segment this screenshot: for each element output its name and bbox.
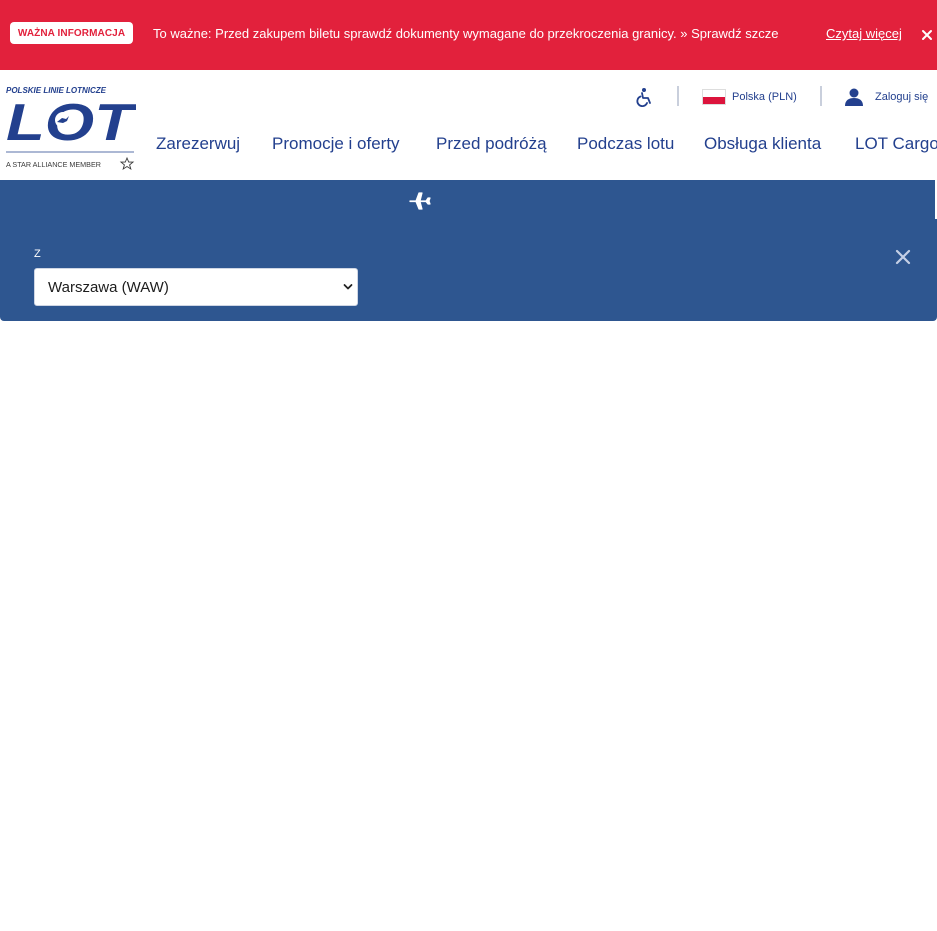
star-alliance-text: A STAR ALLIANCE MEMBER xyxy=(6,160,101,169)
origin-select[interactable]: Warszawa (WAW) xyxy=(34,268,358,306)
nav-item-before-travel[interactable]: Przed podróżą xyxy=(436,134,547,154)
login-label: Zaloguj się xyxy=(875,91,929,103)
nav-item-lot-cargo[interactable]: LOT Cargo xyxy=(855,134,937,154)
lot-logo[interactable]: POLSKIE LINIE LOTNICZE LOT A STAR ALLIAN… xyxy=(6,85,138,173)
logo-brand: LOT xyxy=(6,94,136,152)
nav-item-promotions[interactable]: Promocje i oferty xyxy=(272,134,400,154)
origin-value: Warszawa (WAW) xyxy=(48,278,169,296)
poland-flag-icon xyxy=(703,90,725,104)
divider xyxy=(820,86,822,106)
important-info-badge: WAŻNA INFORMACJA xyxy=(10,22,133,44)
user-icon xyxy=(845,88,863,106)
login-button[interactable]: Zaloguj się xyxy=(844,84,928,110)
nav-item-customer-service[interactable]: Obsługa klienta xyxy=(704,134,821,154)
close-icon[interactable] xyxy=(894,248,912,266)
booking-tab-bar xyxy=(0,180,937,220)
chevron-down-icon xyxy=(343,284,353,290)
nav-item-book[interactable]: Zarezerwuj xyxy=(156,134,240,154)
nav-item-during-flight[interactable]: Podczas lotu xyxy=(577,134,674,154)
star-alliance-icon xyxy=(119,156,135,171)
accessibility-button[interactable] xyxy=(634,84,656,110)
important-info-banner: WAŻNA INFORMACJA To ważne: Przed zakupem… xyxy=(0,0,937,70)
wheelchair-icon xyxy=(636,88,651,107)
close-icon[interactable] xyxy=(919,27,935,43)
from-label: Z xyxy=(34,248,41,260)
language-selector[interactable]: Polska (PLN) xyxy=(703,84,797,110)
divider xyxy=(677,86,679,106)
airplane-icon[interactable] xyxy=(408,190,432,212)
read-more-link[interactable]: Czytaj więcej xyxy=(826,25,902,43)
language-label: Polska (PLN) xyxy=(732,91,797,103)
banner-message: To ważne: Przed zakupem biletu sprawdź d… xyxy=(153,26,779,41)
